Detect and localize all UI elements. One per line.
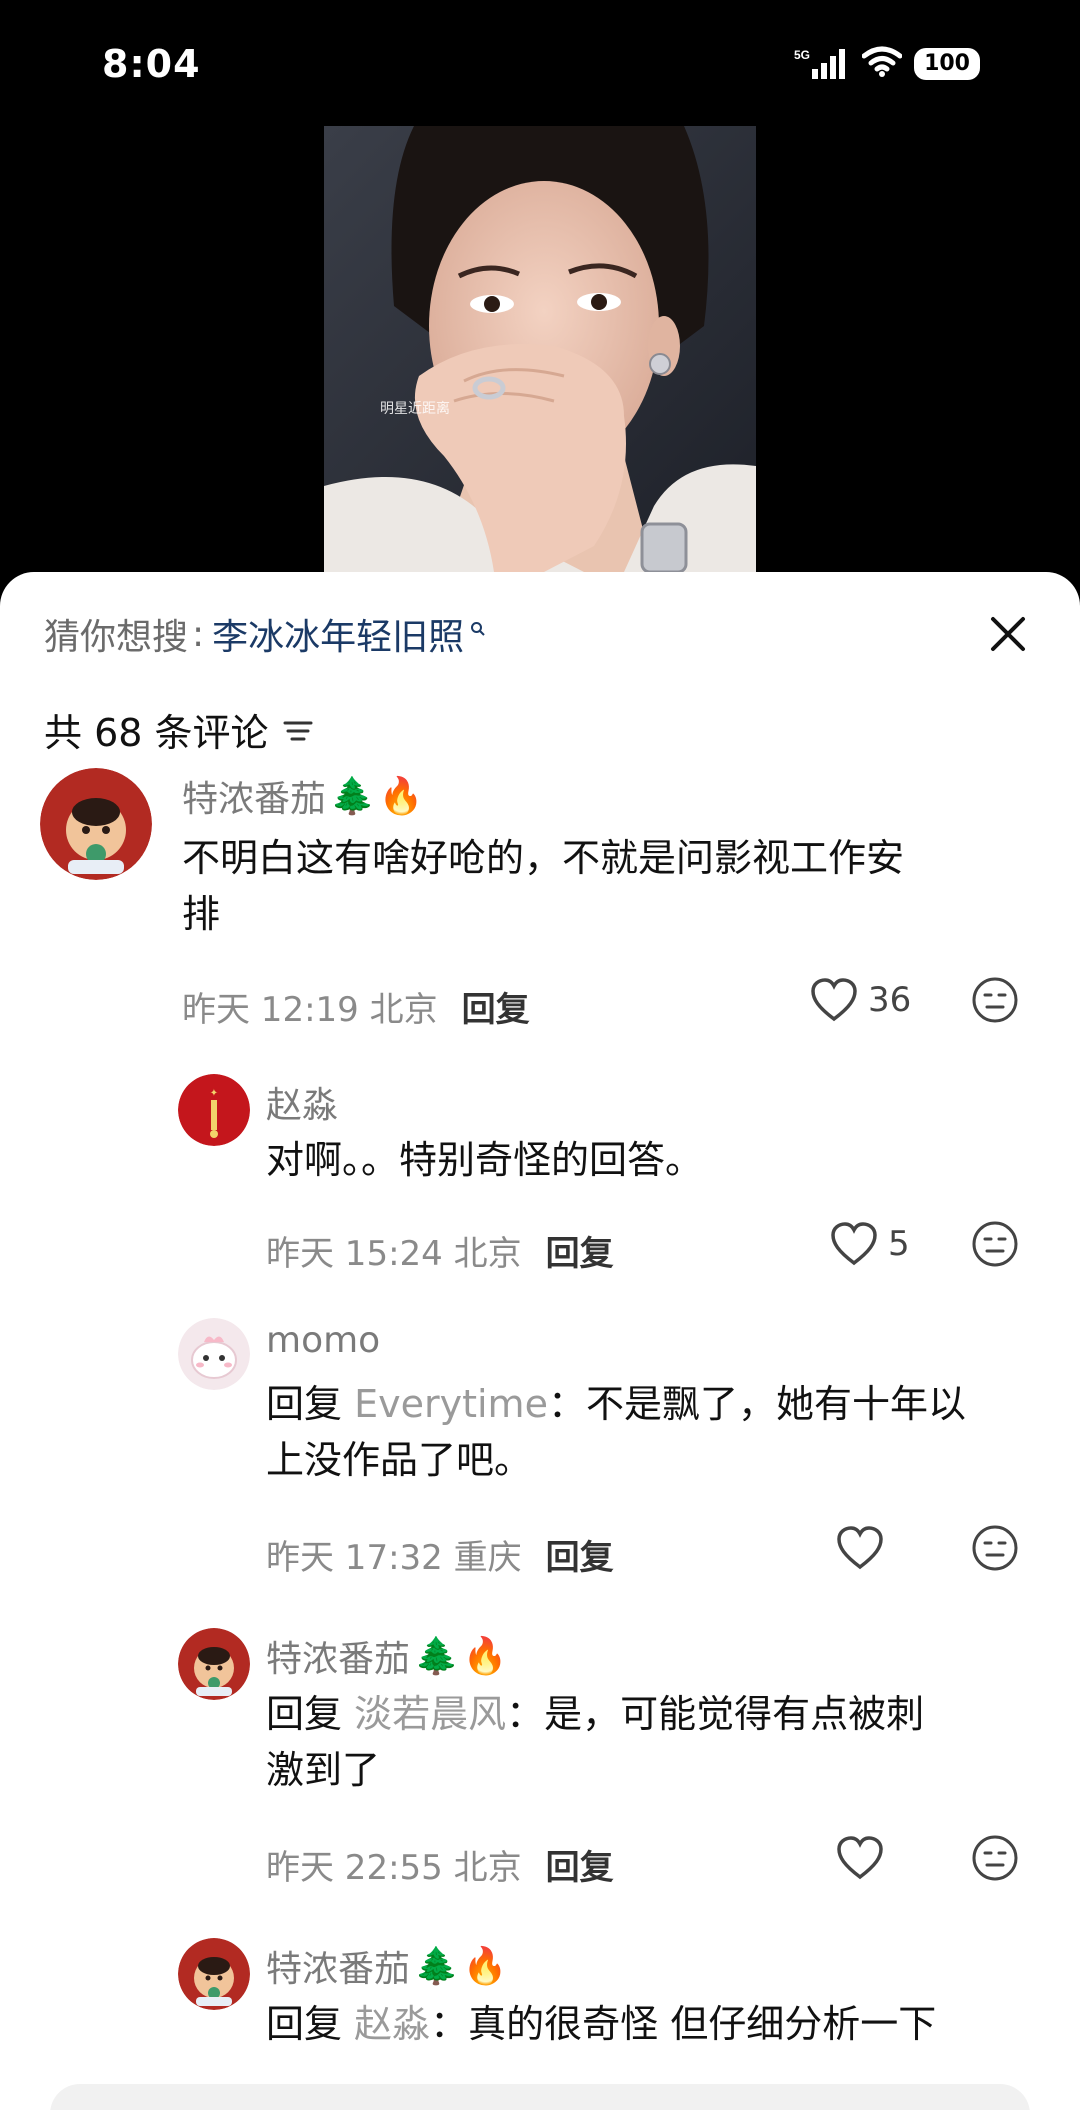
- avatar[interactable]: ✦: [178, 1074, 250, 1146]
- suggested-search-keyword[interactable]: 李冰冰年轻旧照: [212, 608, 464, 660]
- search-icon: [470, 605, 486, 646]
- like-button[interactable]: 5: [830, 1222, 910, 1266]
- reaction-button[interactable]: [971, 976, 1019, 1024]
- reaction-button[interactable]: [971, 1834, 1019, 1882]
- suggested-search[interactable]: 猜你想搜 : 李冰冰年轻旧照: [44, 606, 486, 662]
- comment-author-name: 特浓番茄: [266, 1949, 411, 1990]
- reply-button[interactable]: 回复: [546, 1226, 614, 1275]
- comment-author[interactable]: 赵淼: [266, 1076, 338, 1128]
- status-time: 8:04: [102, 42, 201, 86]
- comment-text-line: 不明白这有啥好呛的，不就是问影视工作安: [182, 836, 905, 880]
- close-button[interactable]: [980, 606, 1036, 662]
- comment-author[interactable]: momo: [266, 1320, 380, 1361]
- comment-author-name: 特浓番茄: [266, 1639, 411, 1680]
- comment-text[interactable]: 不明白这有啥好呛的，不就是问影视工作安 排: [182, 830, 1042, 942]
- tree-badge-icon: 🌲: [414, 1636, 459, 1677]
- neutral-face-icon: [972, 1221, 1018, 1267]
- avatar[interactable]: [178, 1628, 250, 1700]
- avatar[interactable]: [40, 768, 152, 880]
- comment-time-location: 昨天 12:19 北京: [182, 990, 438, 1030]
- reply-target-user[interactable]: Everytime: [354, 1382, 548, 1426]
- comments-count: 共 68 条评论: [44, 711, 269, 755]
- avatar[interactable]: [178, 1318, 250, 1390]
- svg-text:5G: 5G: [794, 48, 810, 62]
- heart-icon: [837, 1836, 883, 1880]
- comment-meta: 昨天 12:19 北京 回复: [182, 982, 530, 1031]
- tree-badge-icon: 🌲: [330, 776, 375, 817]
- reply-button[interactable]: 回复: [462, 982, 530, 1031]
- cellular-signal-icon: 5G: [794, 47, 850, 81]
- comment-meta: 昨天 15:24 北京 回复: [266, 1226, 614, 1275]
- comment-text-line: 排: [182, 892, 221, 936]
- status-icons: 5G 100: [794, 46, 980, 82]
- comment-text-line: 上没作品了吧。: [266, 1438, 533, 1482]
- heart-icon: [811, 978, 857, 1022]
- reply-prefix: 回复: [266, 1692, 343, 1736]
- comments-sheet: 猜你想搜 : 李冰冰年轻旧照 共 68 条评论 特浓番茄 �: [0, 572, 1080, 2110]
- comment-text-line: 回复 Everytime：不是飘了，她有十年以: [266, 1376, 1046, 1432]
- comments-count-row: 共 68 条评论: [44, 702, 313, 757]
- comment-text-body: ：是，可能觉得有点被刺: [506, 1692, 925, 1736]
- fire-badge-icon: 🔥: [462, 1946, 508, 1987]
- comment-author[interactable]: 特浓番茄 🌲 🔥: [266, 1940, 508, 1992]
- reply-prefix: 回复: [266, 1382, 343, 1426]
- comment-time-location: 昨天 22:55 北京: [266, 1848, 522, 1888]
- like-button[interactable]: 36: [810, 978, 911, 1022]
- comment-text-body: ：不是飘了，她有十年以: [547, 1382, 966, 1426]
- heart-icon: [837, 1526, 883, 1570]
- tree-badge-icon: 🌲: [414, 1946, 459, 1987]
- comment-text-line: 回复 赵淼：真的很奇怪 但仔细分析一下: [266, 1996, 1046, 2052]
- comment-text-line: 对啊。。特别奇怪的回答。: [266, 1138, 704, 1182]
- close-icon: [991, 617, 1025, 651]
- neutral-face-icon: [972, 1525, 1018, 1571]
- video-watermark: 明星近距离: [380, 401, 450, 417]
- like-button[interactable]: [836, 1836, 884, 1880]
- comment-input-bar[interactable]: [50, 2084, 1030, 2110]
- reply-prefix: 回复: [266, 2002, 343, 2046]
- reply-target-user[interactable]: 赵淼: [354, 2002, 430, 2046]
- comment-text[interactable]: 回复 淡若晨风：是，可能觉得有点被刺 激到了: [266, 1686, 1046, 1798]
- comment-meta: 昨天 17:32 重庆 回复: [266, 1530, 614, 1579]
- like-button[interactable]: [836, 1526, 884, 1570]
- comment-text[interactable]: 对啊。。特别奇怪的回答。: [266, 1132, 1046, 1188]
- like-count: 36: [868, 980, 912, 1020]
- battery-icon: 100: [914, 48, 980, 80]
- suggested-search-prefix: 猜你想搜: [44, 617, 189, 658]
- reply-button[interactable]: 回复: [546, 1840, 614, 1889]
- neutral-face-icon: [972, 977, 1018, 1023]
- comment-text-line: 激到了: [266, 1748, 381, 1792]
- reaction-button[interactable]: [971, 1524, 1019, 1572]
- svg-text:✦: ✦: [210, 1088, 218, 1099]
- comment-meta: 昨天 22:55 北京 回复: [266, 1840, 614, 1889]
- comment-author[interactable]: 特浓番茄 🌲 🔥: [182, 770, 424, 822]
- comment-author-name: 赵淼: [266, 1085, 339, 1126]
- wifi-icon: [861, 46, 903, 82]
- reply-button[interactable]: 回复: [546, 1530, 614, 1579]
- comment-text[interactable]: 回复 Everytime：不是飘了，她有十年以 上没作品了吧。: [266, 1376, 1046, 1488]
- avatar[interactable]: [178, 1938, 250, 2010]
- comment-author[interactable]: 特浓番茄 🌲 🔥: [266, 1630, 508, 1682]
- comment-time-location: 昨天 17:32 重庆: [266, 1538, 522, 1578]
- fire-badge-icon: 🔥: [378, 776, 424, 817]
- comment-text[interactable]: 回复 赵淼：真的很奇怪 但仔细分析一下: [266, 1996, 1046, 2052]
- comment-text-body: ：真的很奇怪 但仔细分析一下: [430, 2002, 937, 2046]
- heart-icon: [831, 1222, 877, 1266]
- neutral-face-icon: [972, 1835, 1018, 1881]
- comment-text-line: 回复 淡若晨风：是，可能觉得有点被刺: [266, 1686, 1046, 1742]
- comment-author-name: momo: [266, 1320, 381, 1361]
- sort-icon[interactable]: [283, 708, 313, 752]
- reaction-button[interactable]: [971, 1220, 1019, 1268]
- like-count: 5: [888, 1224, 910, 1264]
- reply-target-user[interactable]: 淡若晨风: [354, 1692, 506, 1736]
- comment-author-name: 特浓番茄: [182, 779, 327, 820]
- comment-time-location: 昨天 15:24 北京: [266, 1234, 522, 1274]
- fire-badge-icon: 🔥: [462, 1636, 508, 1677]
- suggested-search-separator: :: [192, 613, 205, 655]
- status-bar: 8:04 5G 100: [0, 0, 1080, 130]
- video-thumbnail[interactable]: 明星近距离: [324, 126, 756, 572]
